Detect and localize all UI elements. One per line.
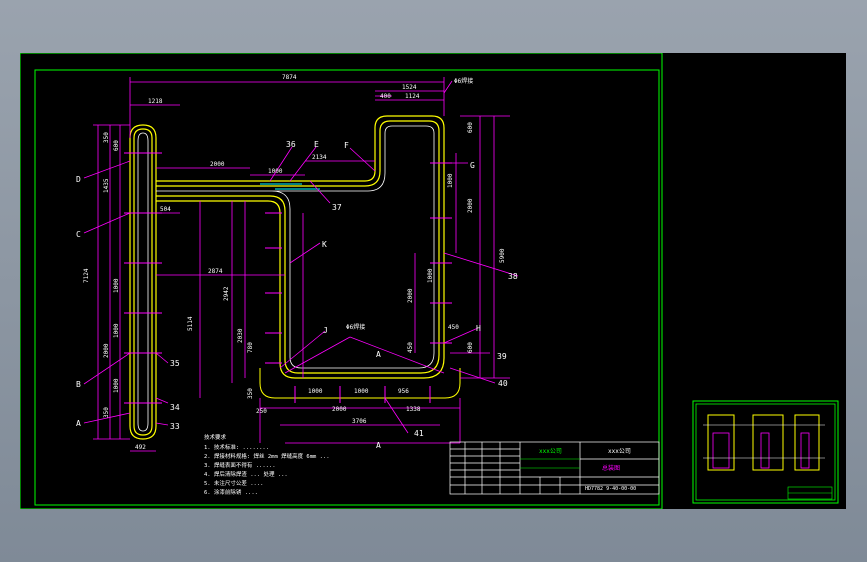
inner-frame bbox=[34, 69, 660, 506]
label-39[interactable]: 39 bbox=[497, 352, 507, 361]
cad-viewport: 7874 1218 1524 1124 400 7124 350 600 143… bbox=[0, 0, 867, 562]
dim-inner-250: 250 bbox=[256, 408, 267, 415]
dim-left-bottom-width: 492 bbox=[135, 444, 146, 451]
label-A-bottom[interactable]: A bbox=[376, 441, 381, 450]
dim-top-right-small: 400 bbox=[380, 93, 391, 100]
note-line-3: 3. 焊缝表面不得有 ...... bbox=[204, 461, 276, 469]
label-A-left[interactable]: A bbox=[76, 419, 81, 428]
note-line-6: 6. 涂漆前除锈 .... bbox=[204, 488, 258, 496]
dim-bottom-left: 2000 bbox=[332, 406, 347, 413]
dim-right-7: 600 bbox=[467, 342, 474, 353]
label-40[interactable]: 40 bbox=[498, 379, 508, 388]
note-line-4: 4. 焊后清除焊渣 ... 处理 ... bbox=[204, 470, 288, 478]
label-H[interactable]: H bbox=[476, 324, 481, 333]
dim-inner-2000: 2000 bbox=[210, 161, 225, 168]
label-J[interactable]: J bbox=[323, 326, 328, 335]
dim-inner-2942: 2942 bbox=[223, 286, 230, 301]
dimension-lines bbox=[83, 77, 519, 452]
thumbnail-views bbox=[703, 414, 833, 500]
title-drawing-name: 总装图 bbox=[602, 464, 620, 472]
label-38[interactable]: 38 bbox=[508, 272, 518, 281]
thumbnail-inner-frame bbox=[695, 403, 836, 501]
dim-inner-350: 350 bbox=[247, 388, 254, 399]
label-C[interactable]: C bbox=[76, 230, 81, 239]
label-35[interactable]: 35 bbox=[170, 359, 180, 368]
dim-right-1: 2000 bbox=[467, 198, 474, 213]
dim-bottom-seg2: 1000 bbox=[354, 388, 369, 395]
dim-left-2: 1435 bbox=[103, 178, 110, 193]
thumbnail-frame[interactable] bbox=[692, 400, 839, 504]
weld-note-top: Φ6焊接 bbox=[454, 77, 473, 85]
dim-left-1: 600 bbox=[113, 140, 120, 151]
label-34[interactable]: 34 bbox=[170, 403, 180, 412]
dim-inner-2030: 2030 bbox=[237, 328, 244, 343]
dim-top-left-offset: 1218 bbox=[148, 98, 163, 105]
dim-bottom-width: 3706 bbox=[352, 418, 367, 425]
label-B[interactable]: B bbox=[76, 380, 81, 389]
dim-left-7: 350 bbox=[103, 407, 110, 418]
label-K[interactable]: K bbox=[322, 240, 327, 249]
dim-right-3: 2000 bbox=[407, 288, 414, 303]
label-E[interactable]: E bbox=[314, 140, 319, 149]
title-drawing-number: HD7782 9-40-00-00 bbox=[585, 486, 636, 492]
title-block-texts: xxx公司 xxx公司 总装图 HD7782 9-40-00-00 bbox=[539, 448, 636, 492]
dim-right-6: 450 bbox=[407, 342, 414, 353]
title-company: xxx公司 bbox=[539, 448, 562, 455]
label-G[interactable]: G bbox=[470, 161, 475, 170]
dim-left-5: 2000 bbox=[103, 343, 110, 358]
label-33[interactable]: 33 bbox=[170, 422, 180, 431]
dim-left-3: 1000 bbox=[113, 278, 120, 293]
dim-right-0: 600 bbox=[467, 122, 474, 133]
dim-mid-span: 2874 bbox=[208, 268, 223, 275]
dim-left-0: 350 bbox=[103, 132, 110, 143]
dim-overall-width: 7874 bbox=[282, 74, 297, 81]
dim-bottom-right: 1338 bbox=[406, 406, 421, 413]
dim-mid-height: 5114 bbox=[187, 316, 194, 331]
dim-inner-504: 504 bbox=[160, 206, 171, 213]
dim-top-right-inner: 1124 bbox=[405, 93, 420, 100]
dim-bottom-seg3: 956 bbox=[398, 388, 409, 395]
dim-bottom-seg1: 1000 bbox=[308, 388, 323, 395]
weld-note-mid: Φ6焊接 bbox=[346, 323, 365, 331]
dim-right-5: 450 bbox=[448, 324, 459, 331]
dim-inner-2134: 2134 bbox=[312, 154, 327, 161]
drawing-sheet[interactable]: 7874 1218 1524 1124 400 7124 350 600 143… bbox=[20, 53, 846, 509]
cad-drawing-canvas[interactable]: 7874 1218 1524 1124 400 7124 350 600 143… bbox=[20, 53, 846, 509]
dim-top-right-width: 1524 bbox=[402, 84, 417, 91]
technical-notes: 技术要求 1. 技术标准: ........ 2. 焊接材料规格: 焊丝 2mm… bbox=[204, 433, 330, 496]
dim-right-2: 1000 bbox=[447, 173, 454, 188]
dim-right-4: 1000 bbox=[427, 268, 434, 283]
label-36[interactable]: 36 bbox=[286, 140, 296, 149]
dim-left-6: 1000 bbox=[113, 378, 120, 393]
note-line-2: 2. 焊接材料规格: 焊丝 2mm 焊缝高度 6mm ... bbox=[204, 452, 330, 460]
dim-left-height: 7124 bbox=[83, 268, 90, 283]
pipe-centerlines bbox=[137, 125, 435, 432]
label-37[interactable]: 37 bbox=[332, 203, 342, 212]
label-D[interactable]: D bbox=[76, 175, 81, 184]
title-company-right: xxx公司 bbox=[608, 448, 631, 455]
dim-right-height: 5900 bbox=[499, 248, 506, 263]
note-line-5: 5. 未注尺寸公差 .... bbox=[204, 479, 264, 487]
label-F[interactable]: F bbox=[344, 141, 349, 150]
label-A-mid[interactable]: A bbox=[376, 350, 381, 359]
title-block-green bbox=[520, 458, 580, 469]
notes-heading: 技术要求 bbox=[204, 433, 227, 441]
dim-left-4: 1000 bbox=[113, 323, 120, 338]
dim-inner-780: 780 bbox=[247, 342, 254, 353]
dim-inner-1000: 1000 bbox=[268, 168, 283, 175]
label-41[interactable]: 41 bbox=[414, 429, 424, 438]
note-line-1: 1. 技术标准: ........ bbox=[204, 443, 269, 451]
